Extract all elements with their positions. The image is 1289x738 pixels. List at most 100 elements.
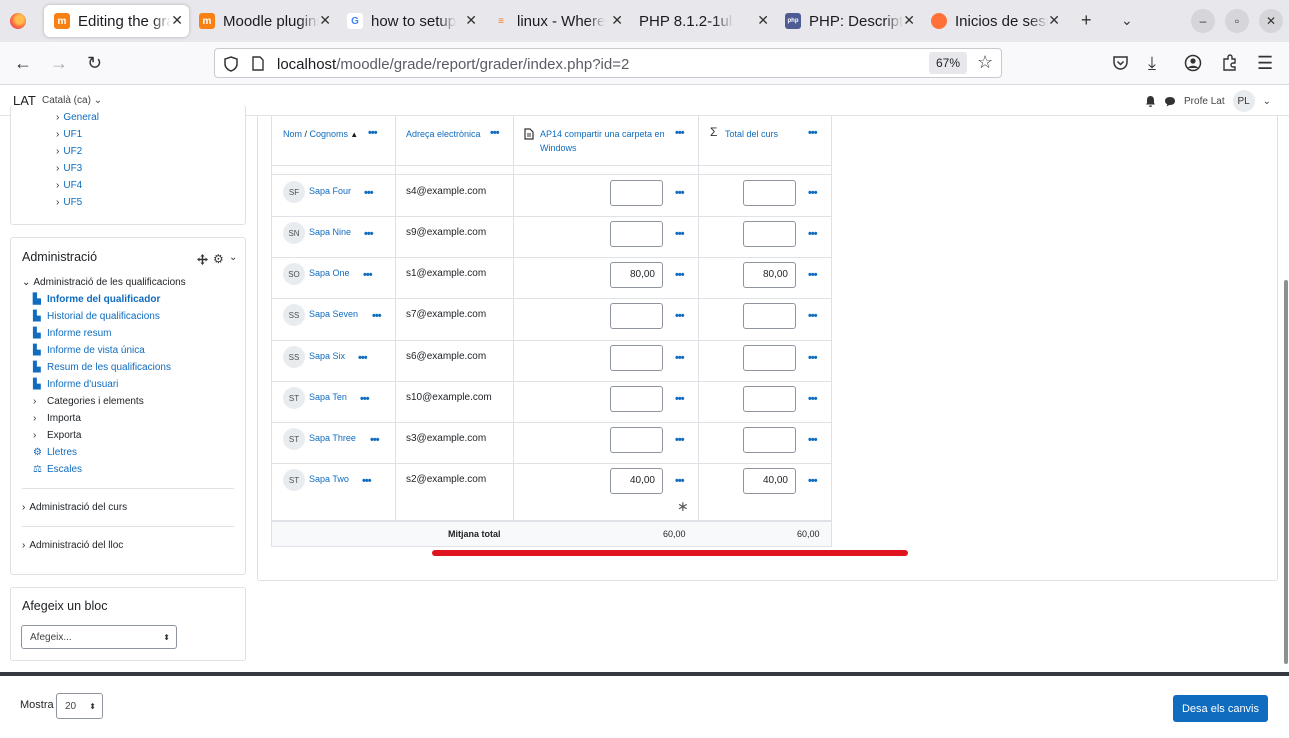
grade-cell-menu-icon[interactable]: •••	[675, 188, 685, 199]
total-cell-menu-icon[interactable]: •••	[808, 270, 818, 281]
firefox-icon[interactable]	[10, 13, 26, 29]
admin-menu-item[interactable]: ▙ Historial de qualificacions	[33, 311, 160, 322]
student-name-link[interactable]: Sapa Nine	[309, 227, 351, 237]
student-avatar[interactable]: SS	[283, 304, 305, 326]
name-column-menu-icon[interactable]: •••	[368, 128, 378, 139]
nav-tree-item[interactable]: › UF2	[56, 146, 82, 157]
nav-tree-item[interactable]: › UF5	[56, 197, 82, 208]
total-cell-menu-icon[interactable]: •••	[808, 435, 818, 446]
user-name[interactable]: Profe Lat	[1184, 96, 1225, 107]
close-tab-icon[interactable]: ✕	[465, 12, 477, 29]
gear-icon[interactable]: ⚙	[213, 252, 224, 266]
bell-icon[interactable]	[1145, 95, 1156, 107]
grade-input[interactable]	[610, 427, 663, 453]
student-avatar[interactable]: ST	[283, 387, 305, 409]
grade-cell-menu-icon[interactable]: •••	[675, 229, 685, 240]
browser-tab[interactable]: PHP 8.1.2-1ubuntu ✕	[629, 5, 775, 37]
user-menu-chevron-icon[interactable]: ⌄	[1263, 96, 1271, 107]
student-menu-icon[interactable]: •••	[363, 270, 373, 281]
student-menu-icon[interactable]: •••	[364, 188, 374, 199]
total-cell-menu-icon[interactable]: •••	[808, 229, 818, 240]
email-column-header[interactable]: Adreça electrònica	[406, 127, 481, 141]
total-cell-menu-icon[interactable]: •••	[808, 353, 818, 364]
page-scrollbar[interactable]	[1284, 280, 1288, 664]
close-tab-icon[interactable]: ✕	[171, 12, 183, 29]
move-icon[interactable]	[197, 254, 208, 265]
course-total-menu-icon[interactable]: •••	[808, 128, 818, 139]
close-window-icon[interactable]: ✕	[1259, 9, 1283, 33]
student-avatar[interactable]: ST	[283, 469, 305, 491]
course-total-input[interactable]: 40,00	[743, 468, 796, 494]
name-column-header[interactable]: Nom / Cognoms ▲	[283, 127, 358, 142]
forward-icon[interactable]: →	[50, 53, 68, 73]
course-total-header[interactable]: Total del curs	[725, 127, 778, 141]
close-tab-icon[interactable]: ✕	[319, 12, 331, 29]
browser-tab[interactable]: ≡ linux - Where ✕	[483, 5, 629, 37]
course-total-input[interactable]	[743, 386, 796, 412]
admin-menu-item[interactable]: ▙ Informe resum	[33, 328, 111, 339]
bookmark-star-icon[interactable]: ☆	[977, 52, 993, 73]
account-icon[interactable]	[1184, 54, 1202, 72]
grade-cell-menu-icon[interactable]: •••	[675, 270, 685, 281]
admin-menu-item[interactable]: ⚖ Escales	[33, 464, 82, 475]
extensions-icon[interactable]	[1221, 54, 1238, 72]
student-menu-icon[interactable]: •••	[370, 435, 380, 446]
student-menu-icon[interactable]: •••	[362, 476, 372, 487]
block-actions-chevron-icon[interactable]: ⌄	[229, 252, 237, 263]
browser-tab[interactable]: Inicios de sesión✕	[921, 5, 1066, 37]
grade-item-header[interactable]: AP14 compartir una carpeta en Windows	[540, 127, 680, 155]
grades-admin-section[interactable]: ⌄ Administració de les qualificacions	[22, 277, 186, 288]
close-tab-icon[interactable]: ✕	[757, 12, 769, 29]
student-name-link[interactable]: Sapa One	[309, 268, 350, 278]
student-avatar[interactable]: SN	[283, 222, 305, 244]
reload-icon[interactable]: ↻	[87, 53, 102, 73]
student-avatar[interactable]: SS	[283, 346, 305, 368]
admin-menu-item[interactable]: ▙ Resum de les qualificacions	[33, 362, 171, 373]
shield-icon[interactable]	[224, 56, 238, 72]
browser-tab[interactable]: Ghow to setup ✕	[337, 5, 483, 37]
user-avatar[interactable]: PL	[1232, 90, 1255, 112]
restore-icon[interactable]: ▫	[1225, 9, 1249, 33]
close-tab-icon[interactable]: ✕	[1048, 12, 1060, 29]
student-name-link[interactable]: Sapa Six	[309, 351, 345, 361]
admin-menu-item[interactable]: › Importa	[33, 413, 81, 424]
close-tab-icon[interactable]: ✕	[903, 12, 915, 29]
url-bar[interactable]: localhost/moodle/grade/report/grader/ind…	[214, 48, 1002, 78]
url-text[interactable]: localhost/moodle/grade/report/grader/ind…	[277, 56, 629, 73]
grade-cell-menu-icon[interactable]: •••	[675, 476, 685, 487]
student-avatar[interactable]: ST	[283, 428, 305, 450]
back-icon[interactable]: ←	[14, 53, 32, 73]
grade-input[interactable]	[610, 221, 663, 247]
admin-menu-item[interactable]: ▙ Informe del qualificador	[33, 294, 160, 305]
pocket-icon[interactable]	[1112, 55, 1129, 71]
grade-cell-menu-icon[interactable]: •••	[675, 435, 685, 446]
nav-tree-item[interactable]: › General	[56, 112, 99, 123]
sort-first-name[interactable]: Nom	[283, 129, 302, 139]
browser-tab[interactable]: m Moodle plugins ✕	[189, 5, 337, 37]
sort-last-name[interactable]: Cognoms	[310, 129, 349, 139]
add-block-select[interactable]: Afegeix... ⬍	[21, 625, 177, 649]
chat-icon[interactable]	[1164, 96, 1176, 107]
admin-menu-item[interactable]: › Exporta	[33, 430, 81, 441]
student-name-link[interactable]: Sapa Seven	[309, 309, 358, 319]
course-total-input[interactable]	[743, 180, 796, 206]
student-avatar[interactable]: SO	[283, 263, 305, 285]
course-admin-link[interactable]: › Administració del curs	[22, 502, 127, 513]
email-column-menu-icon[interactable]: •••	[490, 128, 500, 139]
course-total-input[interactable]	[743, 303, 796, 329]
browser-tab[interactable]: php PHP: Description✕	[775, 5, 921, 37]
total-cell-menu-icon[interactable]: •••	[808, 188, 818, 199]
minimize-icon[interactable]: –	[1191, 9, 1215, 33]
total-cell-menu-icon[interactable]: •••	[808, 394, 818, 405]
zoom-indicator[interactable]: 67%	[929, 52, 967, 74]
grade-item-menu-icon[interactable]: •••	[675, 128, 685, 139]
course-total-input[interactable]: 80,00	[743, 262, 796, 288]
total-cell-menu-icon[interactable]: •••	[808, 476, 818, 487]
course-total-input[interactable]	[743, 345, 796, 371]
student-name-link[interactable]: Sapa Four	[309, 186, 351, 196]
grade-input[interactable]: 40,00	[610, 468, 663, 494]
downloads-icon[interactable]: ⤓	[1148, 53, 1156, 73]
course-total-input[interactable]	[743, 427, 796, 453]
student-menu-icon[interactable]: •••	[358, 353, 368, 364]
grade-input[interactable]	[610, 345, 663, 371]
